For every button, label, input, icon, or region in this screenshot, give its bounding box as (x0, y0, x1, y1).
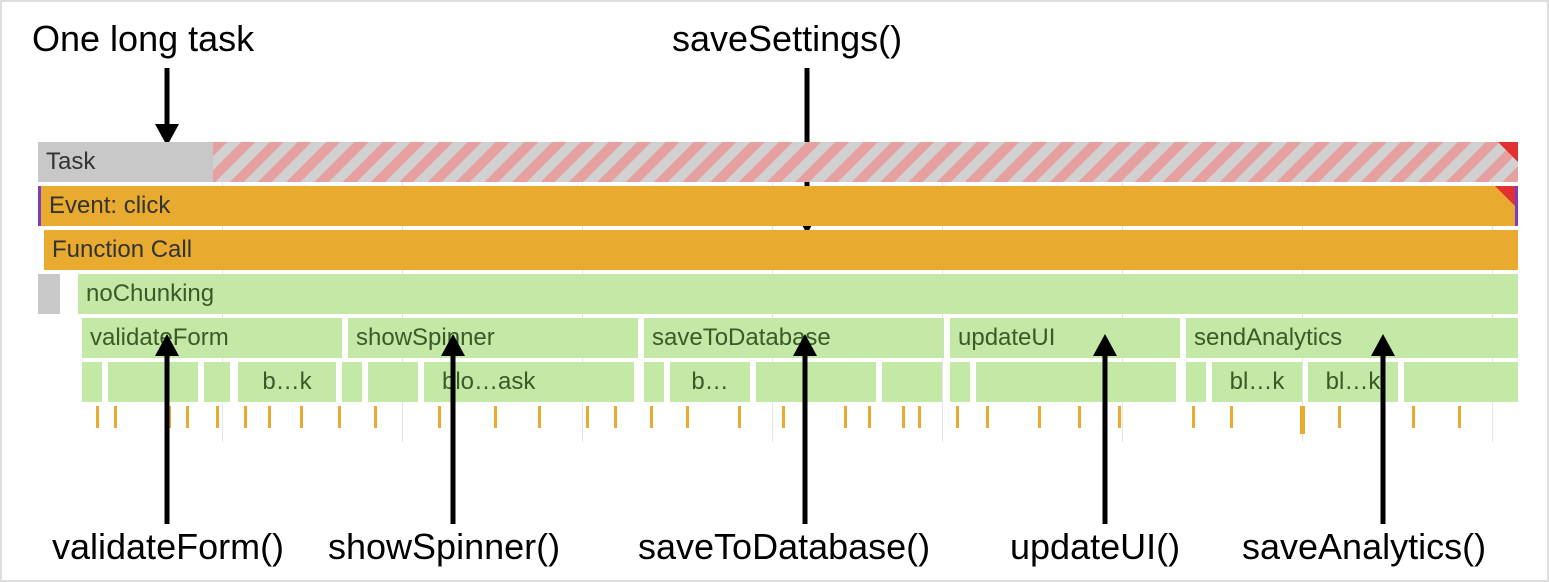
ticks-row (38, 406, 1518, 436)
function-call-row: Function Call (38, 230, 1518, 270)
functions-row: validateForm showSpinner saveToDatabase … (38, 318, 1518, 358)
blocks-row: b…k blo…ask b… bl…k bl…k (38, 362, 1518, 402)
function-call-bar: Function Call (44, 230, 1518, 270)
event-row: Event: click (38, 186, 1518, 226)
block-bar (1186, 362, 1206, 402)
annotation-showspinner: showSpinner() (328, 526, 560, 568)
nochunking-bar: noChunking (78, 274, 1518, 314)
flame-chart: Task Event: click Function Call noChunki… (38, 142, 1518, 436)
task-bar-label: Task (38, 142, 213, 182)
annotation-updateui: updateUI() (1010, 526, 1180, 568)
arrow-up-icon (438, 334, 478, 524)
block-bar: bl…k (1212, 362, 1302, 402)
block-bar (976, 362, 1176, 402)
block-bar: b… (670, 362, 750, 402)
block-bar (204, 362, 230, 402)
arrow-up-icon (152, 334, 192, 524)
block-bar (342, 362, 362, 402)
showspinner-bar: showSpinner (348, 318, 638, 358)
task-row: Task (38, 142, 1518, 182)
event-click-bar: Event: click (38, 186, 1518, 226)
sendanalytics-bar: sendAnalytics (1186, 318, 1518, 358)
arrow-up-icon (1368, 334, 1408, 524)
annotation-validateform: validateForm() (52, 526, 284, 568)
block-bar (82, 362, 102, 402)
block-bar: b…k (238, 362, 336, 402)
nochunking-row: noChunking (38, 274, 1518, 314)
arrow-up-icon (790, 334, 830, 524)
block-bar (950, 362, 970, 402)
block-bar (882, 362, 942, 402)
grey-chip (38, 274, 60, 314)
updateui-bar: updateUI (950, 318, 1180, 358)
annotation-savetodatabase: saveToDatabase() (638, 526, 930, 568)
task-bar-blocking (213, 142, 1518, 182)
validateform-bar: validateForm (82, 318, 342, 358)
block-bar (368, 362, 418, 402)
arrow-up-icon (1090, 334, 1130, 524)
arrow-down-icon (152, 68, 192, 148)
annotation-long-task: One long task (32, 18, 254, 60)
block-bar (644, 362, 664, 402)
block-bar (1404, 362, 1518, 402)
annotation-saveanalytics: saveAnalytics() (1242, 526, 1486, 568)
annotation-save-settings: saveSettings() (672, 18, 902, 60)
diagram-frame: One long task saveSettings() Task Event:… (0, 0, 1549, 582)
